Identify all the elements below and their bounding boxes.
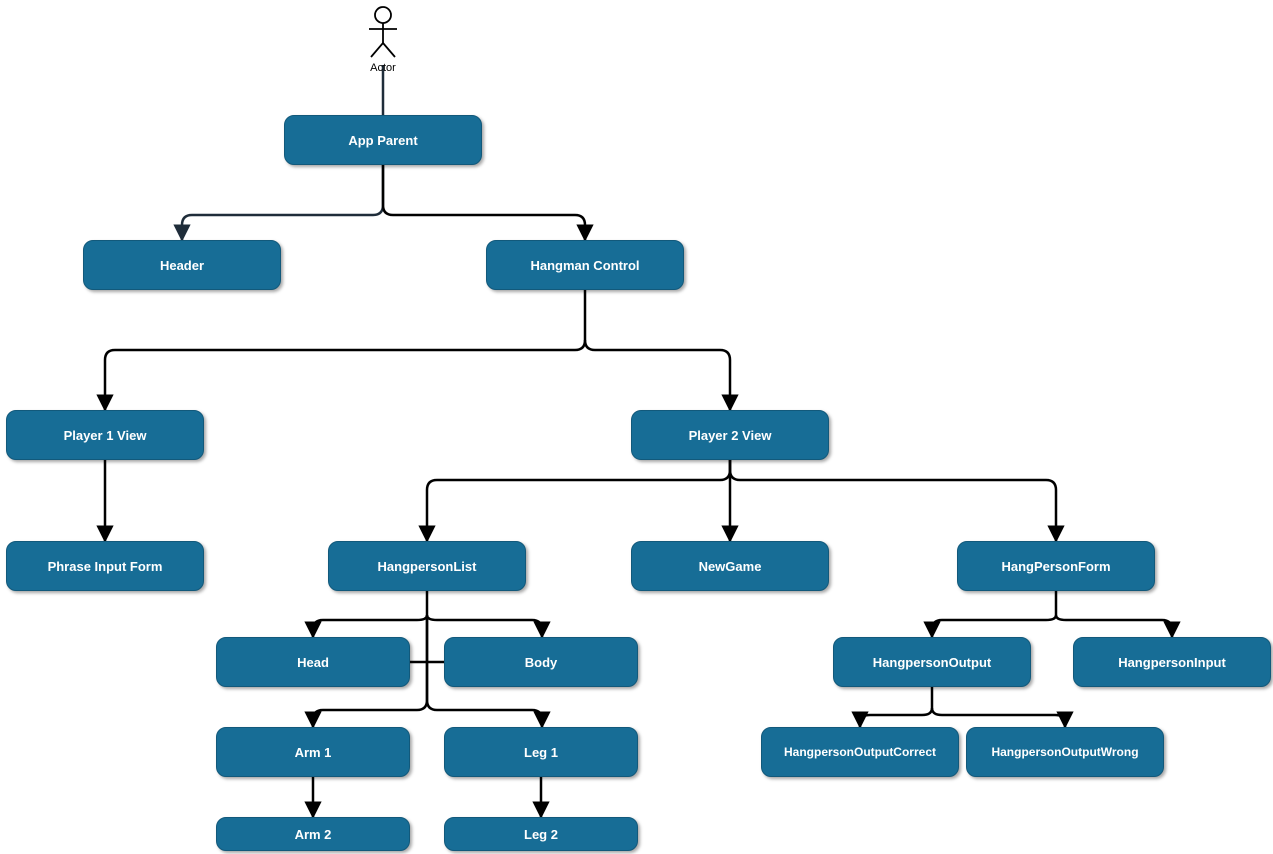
node-label: Player 1 View <box>64 428 147 443</box>
node-label: NewGame <box>699 559 762 574</box>
node-hangperson-output-correct: HangpersonOutputCorrect <box>761 727 959 777</box>
node-player1-view: Player 1 View <box>6 410 204 460</box>
actor-label: Actor <box>370 62 396 74</box>
node-body: Body <box>444 637 638 687</box>
node-label: Header <box>160 258 204 273</box>
node-hangperson-input: HangpersonInput <box>1073 637 1271 687</box>
node-label: Arm 1 <box>295 745 332 760</box>
node-hangperson-output-wrong: HangpersonOutputWrong <box>966 727 1164 777</box>
node-head: Head <box>216 637 410 687</box>
node-label: HangpersonOutputWrong <box>991 745 1138 759</box>
node-label: Body <box>525 655 558 670</box>
diagram-canvas: Actor App Parent Header Hangman Control … <box>0 0 1273 854</box>
node-label: HangPersonForm <box>1001 559 1110 574</box>
node-label: HangpersonList <box>378 559 477 574</box>
node-hangperson-form: HangPersonForm <box>957 541 1155 591</box>
node-leg1: Leg 1 <box>444 727 638 777</box>
node-label: HangpersonInput <box>1118 655 1226 670</box>
node-phrase-input-form: Phrase Input Form <box>6 541 204 591</box>
node-player2-view: Player 2 View <box>631 410 829 460</box>
node-hangperson-output: HangpersonOutput <box>833 637 1031 687</box>
node-label: App Parent <box>348 133 417 148</box>
node-hangman-control: Hangman Control <box>486 240 684 290</box>
node-label: Head <box>297 655 329 670</box>
node-label: Player 2 View <box>689 428 772 443</box>
node-leg2: Leg 2 <box>444 817 638 851</box>
node-arm1: Arm 1 <box>216 727 410 777</box>
node-label: HangpersonOutputCorrect <box>784 745 936 759</box>
node-label: Phrase Input Form <box>48 559 163 574</box>
node-app-parent: App Parent <box>284 115 482 165</box>
node-new-game: NewGame <box>631 541 829 591</box>
node-label: Hangman Control <box>530 258 639 273</box>
node-hangperson-list: HangpersonList <box>328 541 526 591</box>
node-label: Leg 2 <box>524 827 558 842</box>
node-label: Arm 2 <box>295 827 332 842</box>
node-arm2: Arm 2 <box>216 817 410 851</box>
node-header: Header <box>83 240 281 290</box>
actor: Actor <box>363 5 403 74</box>
node-label: HangpersonOutput <box>873 655 991 670</box>
node-label: Leg 1 <box>524 745 558 760</box>
